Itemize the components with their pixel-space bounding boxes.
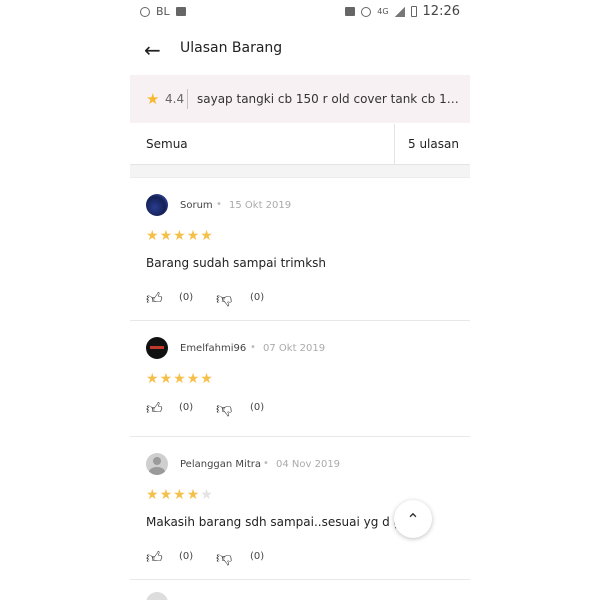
thumbs-down-icon[interactable]: 👎︎ xyxy=(216,399,232,419)
review-item: Emelfahmi96 • 07 Okt 2019 ★★★★★ 👍︎ (0) 👎… xyxy=(130,321,470,437)
star-icon: ★ xyxy=(186,487,201,503)
filter-all-tab[interactable]: Semua xyxy=(146,137,188,151)
battery-icon xyxy=(410,6,417,17)
star-rating: ★★★★★ xyxy=(146,487,214,503)
star-rating: ★★★★★ xyxy=(146,228,214,244)
star-icon: ★ xyxy=(159,228,174,244)
star-rating: ★★★★★ xyxy=(146,371,214,387)
thumbs-up-icon[interactable]: 👍︎ xyxy=(146,289,163,309)
divider xyxy=(187,89,188,109)
status-bar: BL 4G 12:26 xyxy=(130,0,470,24)
reviewer-name: Emelfahmi96 xyxy=(180,343,247,354)
separator-dot: • xyxy=(216,199,222,210)
star-icon: ★ xyxy=(159,371,174,387)
status-left-text: BL xyxy=(156,5,170,18)
thumbs-down-icon[interactable]: 👎︎ xyxy=(216,289,232,309)
like-count: (0) xyxy=(179,402,194,413)
review-text: Makasih barang sdh sampai..sesuai yg d g… xyxy=(146,515,396,529)
reviewer-name: Pelanggan Mitra xyxy=(180,459,261,470)
review-date: 15 Okt 2019 xyxy=(229,200,292,211)
star-icon: ★ xyxy=(146,90,160,108)
divider xyxy=(394,124,395,164)
star-icon: ★ xyxy=(186,371,201,387)
account-icon xyxy=(140,6,150,17)
thumbs-up-icon[interactable]: 👍︎ xyxy=(146,548,163,568)
separator-dot: • xyxy=(263,458,269,469)
dislike-count: (0) xyxy=(250,292,265,303)
star-icon: ★ xyxy=(173,487,187,503)
lock-icon xyxy=(345,7,356,16)
product-name: sayap tangki cb 150 r old cover tank cb … xyxy=(197,92,459,106)
star-icon: ★ xyxy=(186,228,201,244)
status-left: BL xyxy=(140,5,186,18)
status-right: 4G 12:26 xyxy=(345,4,460,19)
star-icon: ★ xyxy=(200,487,214,503)
app-bar: ← Ulasan Barang xyxy=(130,28,470,72)
star-icon: ★ xyxy=(146,228,160,244)
product-rating: 4.4 xyxy=(165,92,185,106)
section-spacer xyxy=(130,165,470,178)
like-count: (0) xyxy=(179,292,194,303)
star-icon: ★ xyxy=(200,228,214,244)
star-icon: ★ xyxy=(173,371,187,387)
avatar xyxy=(146,592,168,600)
review-date: 07 Okt 2019 xyxy=(263,343,326,354)
dislike-count: (0) xyxy=(250,551,265,562)
review-text: Barang sudah sampai trimksh xyxy=(146,256,327,270)
reviewer-name: Sorum xyxy=(180,200,213,211)
star-icon: ★ xyxy=(146,371,160,387)
network-label: 4G xyxy=(377,7,389,16)
page-title: Ulasan Barang xyxy=(180,40,283,56)
status-time: 12:26 xyxy=(422,4,460,19)
review-date: 04 Nov 2019 xyxy=(276,459,341,470)
avatar xyxy=(146,453,168,475)
review-count: 5 ulasan xyxy=(408,137,459,151)
avatar xyxy=(146,194,168,216)
product-summary[interactable]: ★ 4.4 sayap tangki cb 150 r old cover ta… xyxy=(130,75,470,123)
star-icon: ★ xyxy=(173,228,187,244)
separator-dot: • xyxy=(250,342,256,353)
star-icon: ★ xyxy=(200,371,214,387)
arrow-left-icon[interactable]: ← xyxy=(144,36,172,64)
star-icon: ★ xyxy=(146,487,160,503)
thumbs-down-icon[interactable]: 👎︎ xyxy=(216,548,232,568)
dislike-count: (0) xyxy=(250,402,265,413)
avatar xyxy=(146,337,168,359)
star-icon: ★ xyxy=(159,487,174,503)
image-icon xyxy=(175,7,186,16)
signal-icon xyxy=(394,6,405,17)
like-count: (0) xyxy=(179,551,194,562)
review-filter-bar: Semua 5 ulasan xyxy=(130,124,470,165)
thumbs-up-icon[interactable]: 👍︎ xyxy=(146,399,163,419)
chevron-up-icon[interactable]: ⌃ xyxy=(394,500,432,538)
alarm-icon xyxy=(361,6,372,17)
review-item: Sorum • 15 Okt 2019 ★★★★★ Barang sudah s… xyxy=(130,178,470,321)
